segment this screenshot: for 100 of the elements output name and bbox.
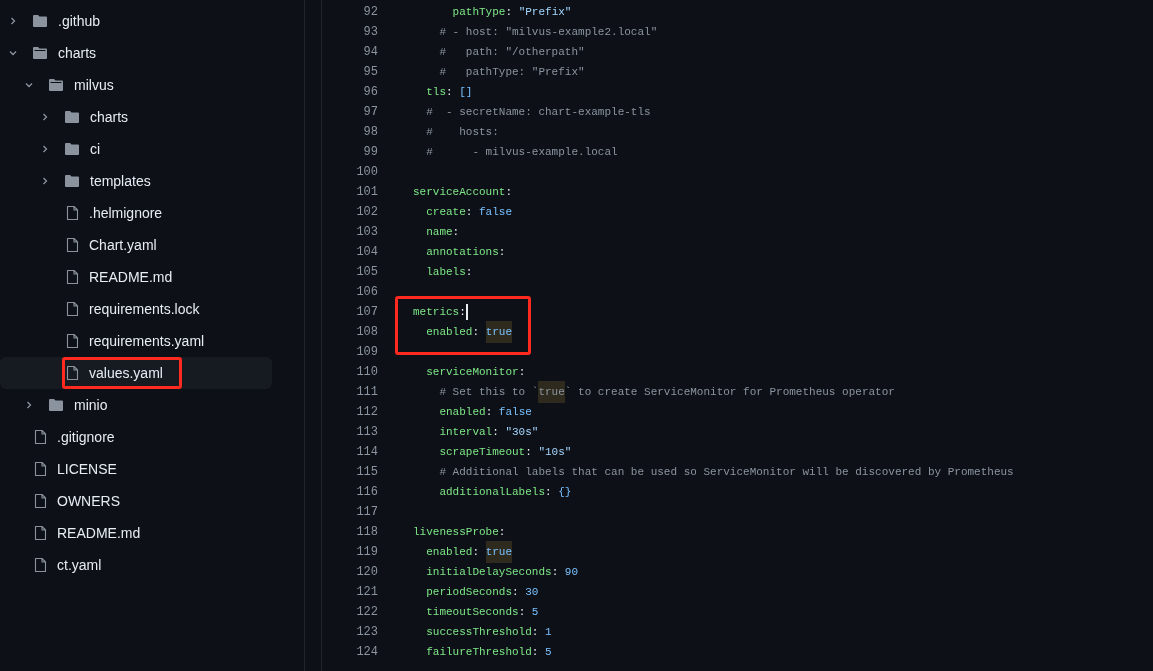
folder-item[interactable]: milvus	[0, 69, 272, 101]
chevron-right-icon[interactable]	[40, 144, 50, 154]
code-value: 90	[564, 564, 579, 580]
chevron-right-icon[interactable]	[8, 16, 18, 26]
folder-icon	[48, 398, 64, 412]
line-number: 110	[355, 364, 378, 381]
open-folder-icon	[32, 46, 48, 60]
line-number: 117	[355, 504, 378, 521]
code-punct: :	[446, 84, 454, 100]
line-number: 118	[355, 524, 378, 541]
line-number: 112	[355, 404, 378, 421]
file-item[interactable]: LICENSE	[0, 453, 272, 485]
code-comment: # path: "/otherpath"	[438, 44, 585, 60]
code-punct: :	[472, 324, 481, 340]
code-key: metrics	[413, 303, 460, 321]
file-item[interactable]: .gitignore	[0, 421, 272, 453]
code-value: false	[479, 204, 513, 220]
code-punct: :	[498, 524, 506, 540]
code-value-match: true	[485, 320, 513, 344]
code-punct: :	[485, 404, 494, 420]
code-key: additionalLabels	[413, 483, 546, 501]
line-number: 96	[362, 84, 378, 101]
code-punct: :	[545, 484, 553, 500]
chevron-right-icon[interactable]	[24, 400, 34, 410]
code-key: create	[413, 203, 466, 221]
code-punct: :	[512, 584, 520, 600]
file-item[interactable]: README.md	[0, 261, 272, 293]
file-item[interactable]: OWNERS	[0, 485, 272, 517]
line-number: 104	[355, 244, 378, 261]
folder-item[interactable]: ci	[0, 133, 272, 165]
code-value: 5	[531, 604, 539, 620]
folder-item[interactable]: templates	[0, 165, 272, 197]
file-icon	[66, 237, 79, 253]
chevron-down-icon[interactable]	[8, 48, 18, 58]
folder-item[interactable]: .github	[0, 5, 272, 37]
code-comment: # hosts:	[425, 124, 499, 140]
code-value-match: true	[485, 540, 513, 564]
code-value: 30	[525, 584, 539, 600]
code-key: periodSeconds	[413, 583, 513, 601]
file-item[interactable]: .helmignore	[0, 197, 272, 229]
file-item[interactable]: values.yaml	[0, 357, 272, 389]
code-punct: :	[551, 564, 560, 580]
file-item[interactable]: Chart.yaml	[0, 229, 272, 261]
line-number: 113	[355, 424, 378, 441]
code-key: enabled	[413, 543, 473, 561]
file-icon	[34, 461, 47, 477]
code-value: []	[459, 84, 473, 100]
file-item[interactable]: requirements.yaml	[0, 325, 272, 357]
line-number: 114	[355, 444, 378, 461]
code-key: serviceMonitor	[413, 363, 519, 381]
code-punct: :	[492, 424, 500, 440]
code-comment: # - secretName: chart-example-tls	[425, 104, 651, 120]
file-item[interactable]: requirements.lock	[0, 293, 272, 325]
line-number: 116	[355, 484, 378, 501]
file-icon	[34, 493, 47, 509]
file-icon	[34, 429, 47, 445]
code-punct: :	[525, 444, 533, 460]
code-string: "10s"	[538, 444, 572, 460]
code-key: timeoutSeconds	[413, 603, 519, 621]
file-icon	[66, 269, 79, 285]
code-key: enabled	[413, 403, 486, 421]
file-icon	[66, 205, 79, 221]
code-comment: ` to create ServiceMonitor for Prometheus operator	[564, 384, 895, 400]
code-punct: :	[465, 204, 474, 220]
folder-item[interactable]: charts	[0, 37, 272, 69]
code-punct: :	[452, 224, 460, 240]
line-number: 123	[355, 624, 378, 641]
code-comment: # Additional labels that can be used so ServiceMonitor will be discovered by Prometheus	[438, 464, 1014, 480]
file-item[interactable]: ct.yaml	[0, 549, 272, 581]
code-value: 1	[545, 624, 552, 640]
code-key: tls	[413, 83, 446, 101]
line-number: 94	[362, 44, 378, 61]
file-item[interactable]: README.md	[0, 517, 272, 549]
code-value: 5	[545, 644, 552, 660]
line-number: 103	[355, 224, 378, 241]
line-number: 98	[362, 124, 378, 141]
line-number: 109	[355, 344, 378, 361]
code-punct: :	[518, 604, 527, 620]
line-number: 108	[355, 324, 378, 341]
file-icon	[34, 557, 47, 573]
code-key: serviceAccount	[413, 183, 506, 201]
code-key: livenessProbe	[413, 523, 499, 541]
chevron-down-icon[interactable]	[24, 80, 34, 90]
code-key: initialDelaySeconds	[413, 563, 552, 581]
folder-item[interactable]: minio	[0, 389, 272, 421]
line-number: 119	[355, 544, 378, 561]
file-icon	[34, 525, 47, 541]
code-comment: # pathType: "Prefix"	[438, 64, 585, 80]
code-comment-match: true	[538, 380, 565, 404]
line-number: 99	[362, 144, 378, 161]
line-number: 105	[355, 264, 378, 281]
folder-icon	[64, 142, 80, 156]
code-punct: :	[459, 304, 466, 320]
code-key: interval	[413, 423, 493, 441]
chevron-right-icon[interactable]	[40, 112, 50, 122]
folder-item[interactable]: charts	[0, 101, 272, 133]
line-number: 97	[362, 104, 378, 121]
chevron-right-icon[interactable]	[40, 176, 50, 186]
line-number: 120	[355, 564, 378, 581]
line-number: 121	[355, 584, 378, 601]
